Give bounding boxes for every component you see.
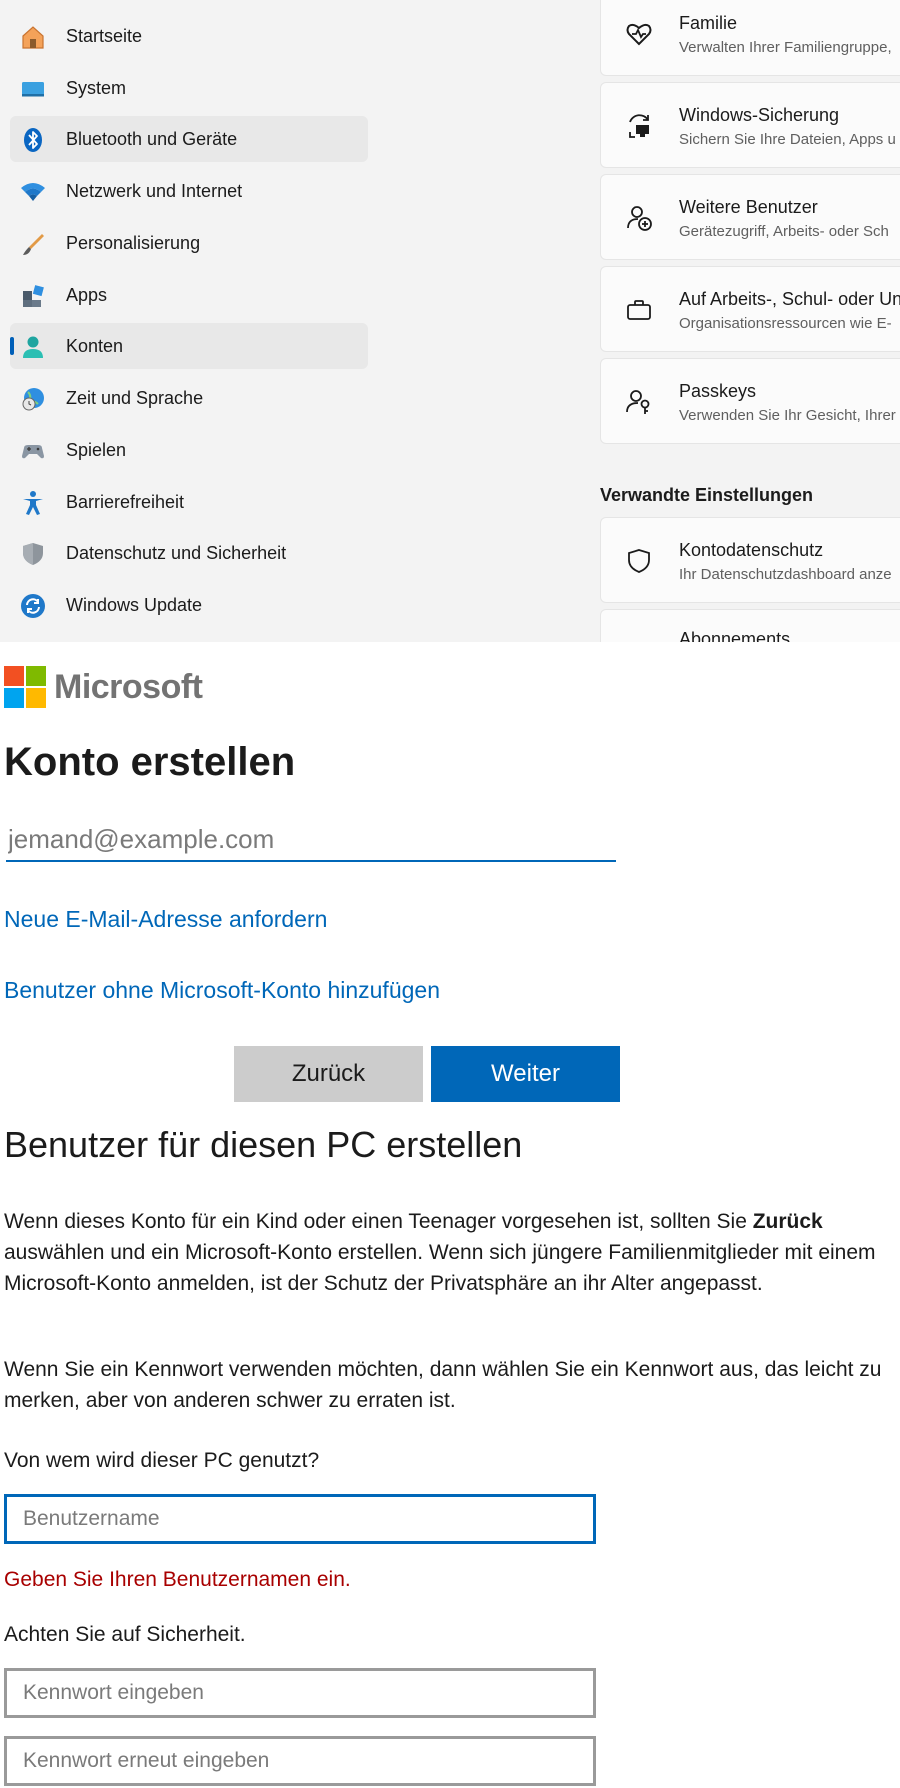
security-label: Achten Sie auf Sicherheit. [4, 1623, 246, 1646]
nav-item-system[interactable]: System [10, 65, 368, 111]
create-local-user-dialog: Benutzer für diesen PC erstellen Wenn di… [0, 1102, 900, 1788]
card-subtitle: Sichern Sie Ihre Dateien, Apps u [679, 131, 896, 148]
nav-label: Personalisierung [66, 233, 201, 253]
nav-label: Zeit und Sprache [66, 388, 204, 408]
nav-item-startseite[interactable]: Startseite [10, 13, 368, 59]
nav-item-spielen[interactable]: Spielen [10, 427, 368, 473]
related-settings-heading: Verwandte Einstellungen [600, 485, 814, 505]
card-passkeys[interactable]: Passkeys Verwenden Sie Ihr Gesicht, Ihre… [600, 358, 900, 444]
nav-item-barrierefreiheit[interactable]: Barrierefreiheit [10, 479, 368, 525]
card-subtitle: Verwalten Ihrer Familiengruppe, [679, 39, 892, 56]
nav-label: Netzwerk und Internet [66, 181, 243, 201]
nav-label: Windows Update [66, 595, 203, 615]
nav-item-zeit[interactable]: Zeit und Sprache [10, 375, 368, 421]
globe-clock-icon [22, 388, 44, 411]
nav-label: System [66, 78, 127, 98]
microsoft-account-dialog: Microsoft Konto erstellen Neue E-Mail-Ad… [0, 642, 900, 1102]
person-icon [23, 336, 43, 358]
username-field[interactable] [4, 1494, 596, 1544]
nav-item-apps[interactable]: Apps [10, 272, 368, 318]
microsoft-wordmark: Microsoft [54, 668, 203, 706]
card-title: Familie [679, 13, 738, 33]
passkey-icon [626, 390, 650, 414]
backup-icon [629, 114, 649, 138]
wifi-icon [21, 183, 45, 201]
password-info: Wenn Sie ein Kennwort verwenden möchten,… [4, 1358, 882, 1412]
monitor-icon [22, 82, 44, 97]
heart-icon [626, 23, 652, 46]
info-text: auswählen und ein Microsoft-Konto erstel… [4, 1241, 876, 1295]
nav-item-konten[interactable]: Konten [10, 323, 368, 369]
nav-item-windows-update[interactable]: Windows Update [10, 582, 368, 628]
nav-label: Bluetooth und Geräte [66, 129, 238, 149]
gamepad-icon [22, 445, 44, 459]
briefcase-icon [627, 300, 651, 320]
child-account-info: Wenn dieses Konto für ein Kind oder eine… [4, 1206, 900, 1299]
nav-label: Konten [66, 336, 124, 356]
home-icon [22, 26, 44, 49]
bluetooth-icon [24, 128, 42, 152]
add-user-without-account-link[interactable]: Benutzer ohne Microsoft-Konto hinzufügen [4, 977, 440, 1004]
nav-label: Spielen [66, 440, 127, 460]
password-confirm-field[interactable] [4, 1736, 596, 1786]
password-field[interactable] [4, 1668, 596, 1718]
microsoft-logo-icon [4, 666, 46, 708]
nav-item-personalisierung[interactable]: Personalisierung [10, 220, 368, 266]
nav-label: Barrierefreiheit [66, 492, 185, 512]
shield-outline-icon [628, 549, 650, 573]
update-icon [21, 594, 45, 618]
nav-item-datenschutz[interactable]: Datenschutz und Sicherheit [10, 530, 368, 576]
card-kontodatenschutz[interactable]: Kontodatenschutz Ihr Datenschutzdashboar… [600, 517, 900, 603]
card-arbeit-schule[interactable]: Auf Arbeits-, Schul- oder Un Organisatio… [600, 266, 900, 352]
card-abonnements[interactable]: Abonnements [600, 609, 900, 642]
info-text-bold: Zurück [752, 1210, 823, 1233]
card-title: Auf Arbeits-, Schul- oder Un [679, 289, 900, 309]
nav-label: Startseite [66, 26, 143, 46]
new-email-link[interactable]: Neue E-Mail-Adresse anfordern [4, 906, 327, 933]
card-title: Windows-Sicherung [679, 105, 840, 125]
brush-icon [23, 234, 44, 255]
card-subtitle: Ihr Datenschutzdashboard anze [679, 566, 892, 583]
username-error: Geben Sie Ihren Benutzernamen ein. [4, 1568, 351, 1591]
card-familie[interactable]: Familie Verwalten Ihrer Familiengruppe, [600, 0, 900, 76]
card-subtitle: Organisationsressourcen wie E- [679, 315, 892, 332]
apps-icon [23, 285, 44, 307]
page-title: Konto erstellen [4, 740, 296, 784]
settings-window: Startseite System Bluetooth und Geräte N… [0, 0, 900, 642]
card-weitere-benutzer[interactable]: Weitere Benutzer Gerätezugriff, Arbeits-… [600, 174, 900, 260]
accessibility-icon [23, 491, 43, 515]
add-person-icon [627, 206, 652, 231]
card-title: Abonnements [679, 629, 791, 642]
nav-label: Datenschutz und Sicherheit [66, 543, 287, 563]
section-title: Benutzer für diesen PC erstellen [4, 1124, 523, 1165]
info-text: Wenn dieses Konto für ein Kind oder eine… [4, 1210, 753, 1233]
next-button[interactable]: Weiter [431, 1046, 620, 1102]
nav-item-netzwerk[interactable]: Netzwerk und Internet [10, 168, 368, 214]
card-title: Weitere Benutzer [679, 197, 818, 217]
nav-item-bluetooth[interactable]: Bluetooth und Geräte [10, 116, 368, 162]
back-button[interactable]: Zurück [234, 1046, 423, 1102]
selection-indicator [10, 337, 14, 355]
card-title: Kontodatenschutz [679, 540, 824, 560]
card-title: Passkeys [679, 381, 757, 401]
who-uses-label: Von wem wird dieser PC genutzt? [4, 1449, 320, 1472]
shield-icon [23, 543, 43, 565]
nav-label: Apps [66, 285, 108, 305]
email-field[interactable] [6, 818, 616, 862]
card-subtitle: Verwenden Sie Ihr Gesicht, Ihrer [679, 407, 896, 424]
card-subtitle: Gerätezugriff, Arbeits- oder Sch [679, 223, 889, 240]
card-windows-sicherung[interactable]: Windows-Sicherung Sichern Sie Ihre Datei… [600, 82, 900, 168]
